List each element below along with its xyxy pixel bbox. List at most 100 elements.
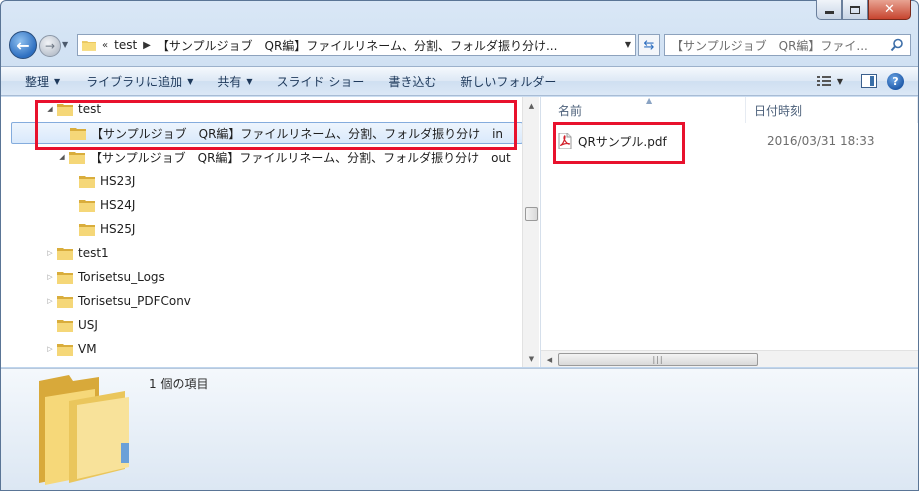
folder-icon [57,343,73,356]
recent-pages-dropdown[interactable]: ▼ [62,40,72,50]
navigation-scrollbar[interactable]: ▲ ▼ [522,97,539,367]
back-arrow-icon: ← [16,35,30,55]
tree-item-hs24j[interactable]: HS24J [79,194,135,216]
chevron-down-icon: ▼ [54,76,61,86]
share-label: 共有 [217,74,242,89]
collapsed-icon[interactable]: ▷ [45,345,55,353]
item-count: 1 個の項目 [149,377,209,391]
tree-item-label: Torisetsu_PDFConv [78,294,191,308]
preview-pane-button[interactable] [861,74,877,88]
folder-icon [82,41,96,51]
slideshow-button[interactable]: スライド ショー [263,67,375,95]
tree-item-label: 【サンプルジョブ QR編】ファイルリネーム、分割、フォルダ振り分け out [90,150,511,165]
slideshow-label: スライド ショー [276,74,365,89]
tree-item-label: HS25J [100,222,136,236]
breadcrumb-current-folder[interactable]: 【サンプルジョブ QR編】ファイルリネーム、分割、フォルダ振り分け... [157,37,558,54]
address-dropdown-icon[interactable]: ▼ [625,40,631,49]
back-button[interactable]: ← [9,31,37,59]
burn-button[interactable]: 書き込む [374,67,446,95]
tree-item-label: USJ [78,318,98,332]
expanded-icon[interactable]: ◢ [57,153,67,161]
search-placeholder: 【サンプルジョブ QR編】ファイ... [671,38,868,53]
folder-icon [57,295,73,308]
scroll-left-icon[interactable]: ◀ [541,351,558,368]
chevron-down-icon: ▼ [246,76,253,86]
file-name: QRサンプル.pdf [578,134,667,149]
chevron-down-icon: ▼ [836,76,843,86]
close-button[interactable]: ✕ [868,0,911,20]
help-button[interactable]: ? [887,72,904,90]
new-folder-label: 新しいフォルダー [460,74,557,89]
tree-item-label: Torisetsu_Logs [78,270,165,284]
horizontal-scroll-thumb[interactable]: ||| [558,353,758,366]
folder-icon [57,247,73,260]
address-bar[interactable]: « test ▶ 【サンプルジョブ QR編】ファイルリネーム、分割、フォルダ振り… [77,34,636,56]
share-menu[interactable]: 共有 ▼ [203,67,262,95]
folder-icon [70,127,86,140]
large-folder-icon [39,375,129,485]
collapsed-icon[interactable]: ▷ [45,249,55,257]
minimize-button[interactable] [816,0,842,20]
breadcrumb-test[interactable]: test [114,38,137,52]
tree-item-sample-job-in[interactable]: 【サンプルジョブ QR編】ファイルリネーム、分割、フォルダ振り分け in [11,122,523,144]
folder-icon [79,199,95,212]
refresh-button[interactable]: ⇆ [638,34,660,56]
collapsed-icon[interactable]: ▷ [45,297,55,305]
tree-item-label: VM [78,342,97,356]
file-date: 2016/03/31 18:33 [767,134,875,148]
pdf-file-icon [558,133,572,149]
tree-item-torisetsu-pdfconv[interactable]: ▷ Torisetsu_PDFConv [45,290,191,312]
organize-menu[interactable]: 整理 ▼ [1,67,70,95]
folder-icon [57,103,73,116]
tree-item-hs25j[interactable]: HS25J [79,218,135,240]
folder-icon [79,223,95,236]
close-icon: ✕ [884,2,895,17]
expanded-icon[interactable]: ◢ [45,105,55,113]
column-name-label: 名前 [558,103,583,118]
command-bar: 整理 ▼ ライブラリに追加 ▼ 共有 ▼ スライド ショー 書き込む 新しいフォルダー… [1,66,918,96]
add-to-library-menu[interactable]: ライブラリに追加 ▼ [70,67,203,95]
breadcrumb-separator-icon[interactable]: ▶ [143,40,151,51]
tree-item-vm[interactable]: ▷ VM [45,338,97,360]
folder-icon [69,151,85,164]
minimize-icon [824,11,834,14]
address-prefix[interactable]: « [102,40,108,51]
new-folder-button[interactable]: 新しいフォルダー [446,67,566,95]
forward-button[interactable]: → [39,35,61,57]
search-input[interactable]: 【サンプルジョブ QR編】ファイ... [664,34,911,56]
folder-icon [79,175,95,188]
change-view-button[interactable]: ▼ [809,75,851,87]
scroll-down-icon[interactable]: ▼ [523,350,540,367]
tree-item-torisetsu-logs[interactable]: ▷ Torisetsu_Logs [45,266,165,288]
navigation-pane[interactable]: ◢ test 【サンプルジョブ QR編】ファイルリネーム、分割、フォルダ振り分け… [1,97,540,367]
view-list-icon [816,76,831,86]
maximize-button[interactable] [842,0,868,20]
tree-item-hs23j[interactable]: HS23J [79,170,135,192]
horizontal-scrollbar[interactable]: ◀ ||| [541,350,918,367]
organize-label: 整理 [25,74,50,89]
forward-arrow-icon: → [44,39,56,53]
column-date-label: 日付時刻 [754,103,803,118]
tree-item-label: test [78,102,102,116]
column-header-name[interactable]: ▲ 名前 [541,96,746,123]
tree-item-sample-job-out[interactable]: ◢ 【サンプルジョブ QR編】ファイルリネーム、分割、フォルダ振り分け out [57,146,511,168]
collapsed-icon[interactable]: ▷ [45,273,55,281]
maximize-icon [850,5,860,14]
tree-item-label: HS24J [100,198,136,212]
tree-item-test1[interactable]: ▷ test1 [45,242,109,264]
add-to-library-label: ライブラリに追加 [86,74,183,89]
file-list-pane[interactable]: ▲ 名前 日付時刻 QRサンプル.pdf 2016/03/31 18:33 ◀ … [541,96,918,367]
burn-label: 書き込む [388,74,437,89]
column-header-date[interactable]: 日付時刻 [746,97,918,123]
tree-item-label: test1 [78,246,109,260]
tree-item-usj[interactable]: USJ [57,314,98,336]
chevron-down-icon: ▼ [187,76,194,86]
file-row[interactable]: QRサンプル.pdf 2016/03/31 18:33 [558,130,908,152]
tree-item-test[interactable]: ◢ test [45,98,101,120]
scroll-up-icon[interactable]: ▲ [523,97,540,114]
folder-icon [57,271,73,284]
details-pane: 1 個の項目 [1,368,918,490]
scroll-thumb[interactable] [525,207,538,221]
folder-icon [57,319,73,332]
search-icon[interactable] [890,38,904,52]
